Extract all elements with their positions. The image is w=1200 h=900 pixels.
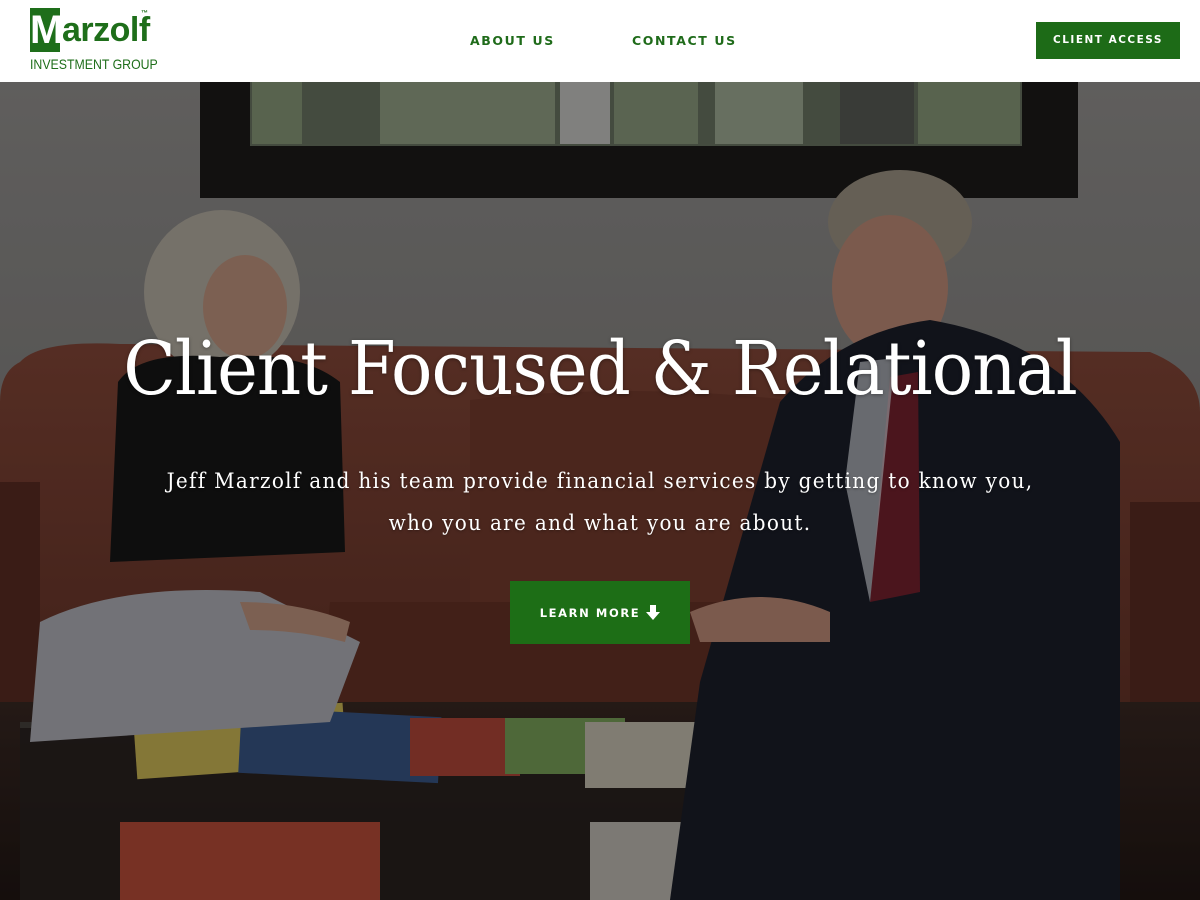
site-header: M arzolf ™ INVESTMENT GROUP ABOUT US CON… xyxy=(0,0,1200,82)
client-access-button[interactable]: CLIENT ACCESS xyxy=(1036,22,1180,59)
logo-wordmark: arzolf xyxy=(62,11,150,49)
logo-initial: M xyxy=(30,8,64,52)
learn-more-button[interactable]: LEARN MORE xyxy=(510,581,690,644)
learn-more-label: LEARN MORE xyxy=(539,605,641,620)
hero-subtitle: Jeff Marzolf and his team provide financ… xyxy=(125,460,1075,544)
hero-title: Client Focused & Relational xyxy=(123,326,1078,412)
logo-subtitle: INVESTMENT GROUP xyxy=(30,56,158,72)
nav-about-us[interactable]: ABOUT US xyxy=(470,33,555,48)
hero-section: Client Focused & Relational Jeff Marzolf… xyxy=(0,82,1200,900)
logo[interactable]: M arzolf ™ INVESTMENT GROUP xyxy=(30,6,160,76)
arrow-down-icon xyxy=(646,604,661,620)
logo-trademark: ™ xyxy=(141,10,148,17)
nav-contact-us[interactable]: CONTACT US xyxy=(632,33,737,48)
hero-subtitle-line-2: who you are and what you are about. xyxy=(388,511,812,535)
hero-subtitle-line-1: Jeff Marzolf and his team provide financ… xyxy=(166,469,1034,493)
